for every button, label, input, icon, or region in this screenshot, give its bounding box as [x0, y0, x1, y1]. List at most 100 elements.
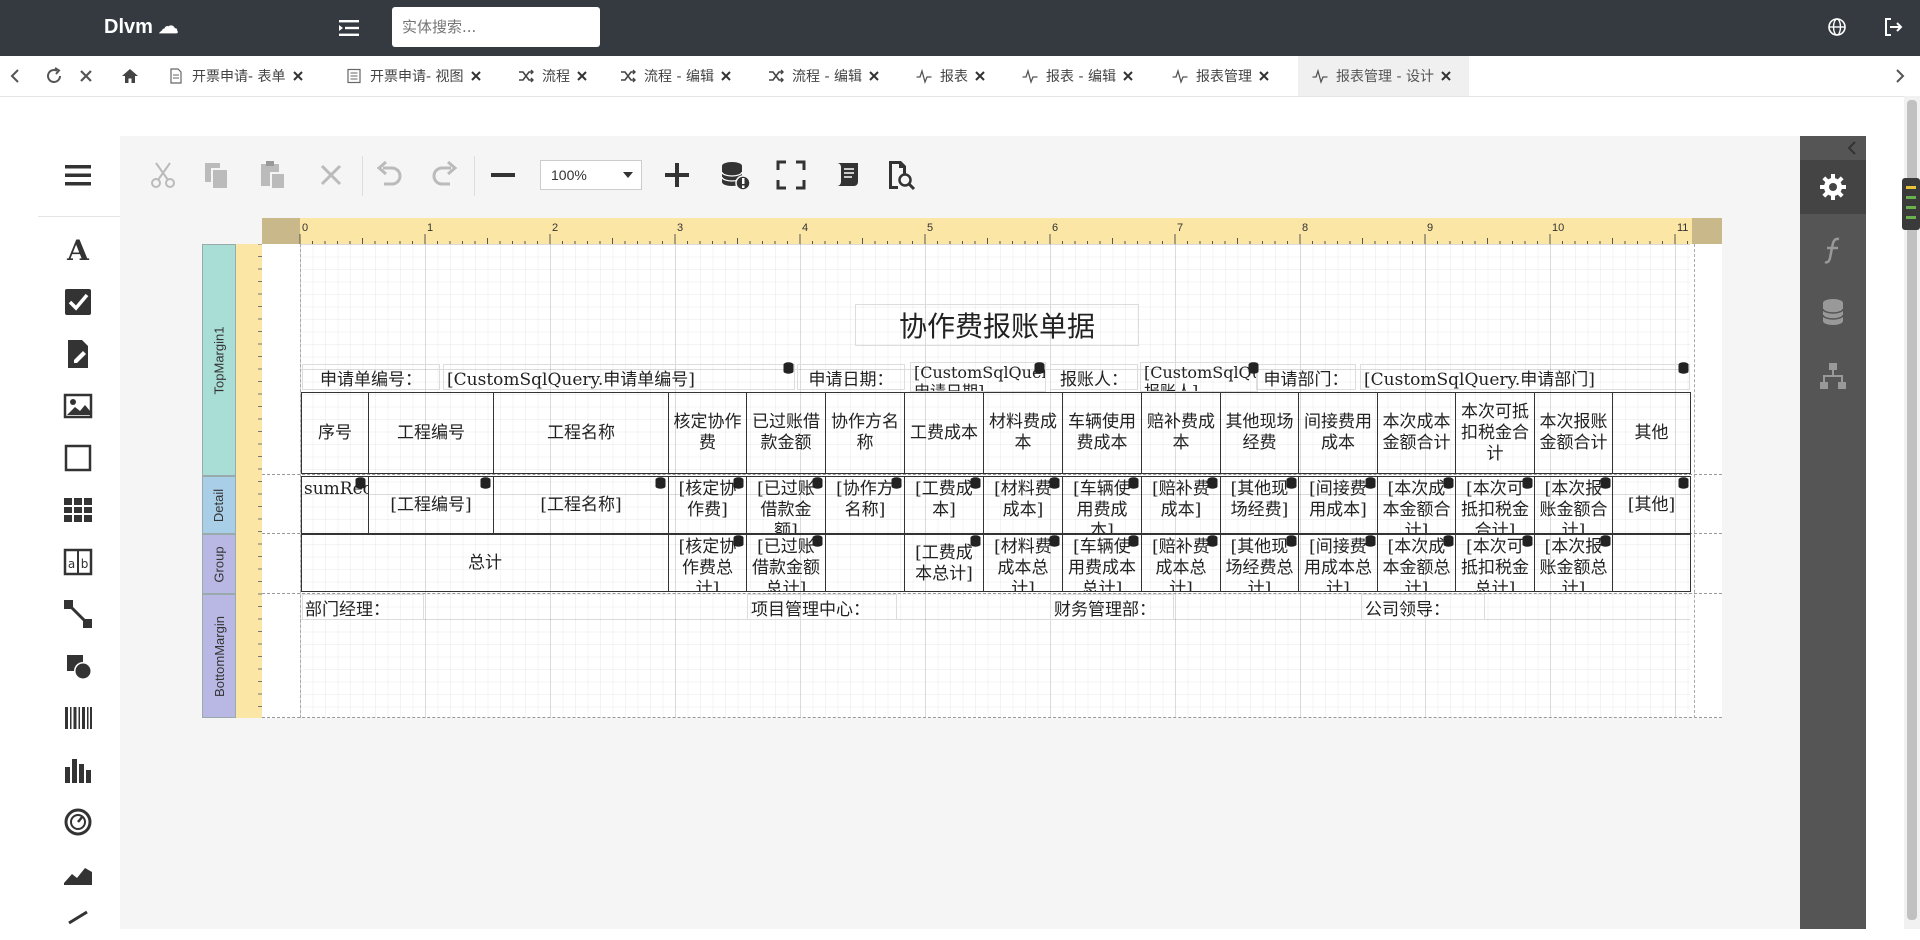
- side-widget[interactable]: [1902, 178, 1920, 230]
- gauge-icon[interactable]: [61, 805, 95, 839]
- close-icon[interactable]: [292, 71, 303, 81]
- tab-workflow[interactable]: 流程: [518, 56, 587, 96]
- col-header[interactable]: 工程编号: [368, 392, 494, 474]
- detail-cell[interactable]: [工程编号]: [368, 476, 494, 534]
- cut-icon[interactable]: [146, 158, 180, 192]
- preview-icon[interactable]: [884, 158, 918, 192]
- redo-icon[interactable]: [428, 158, 462, 192]
- database-icon[interactable]: [1817, 296, 1849, 328]
- group-cell[interactable]: [825, 534, 905, 592]
- fullscreen-icon[interactable]: [774, 158, 808, 192]
- home-icon[interactable]: [120, 66, 140, 86]
- rich-text-icon[interactable]: [61, 337, 95, 371]
- tab-workflow-edit-2[interactable]: 流程 - 编辑: [768, 56, 879, 96]
- dept-label[interactable]: 申请部门：: [1256, 364, 1356, 390]
- req-no-field[interactable]: [CustomSqlQuery.申请单编号]: [443, 364, 795, 390]
- band-detail[interactable]: Detail: [202, 476, 236, 534]
- entity-search-input[interactable]: [392, 7, 600, 47]
- col-header[interactable]: 其他现场经费: [1220, 392, 1299, 474]
- function-icon[interactable]: [1817, 234, 1849, 266]
- signature-finance[interactable]: 财务管理部：: [1050, 594, 1174, 620]
- bar-chart-icon[interactable]: [61, 753, 95, 787]
- tab-invoice-form[interactable]: 开票申请- 表单: [168, 56, 303, 96]
- col-header[interactable]: 赔补费成本: [1141, 392, 1221, 474]
- group-cell[interactable]: [1612, 534, 1691, 592]
- col-header[interactable]: 其他: [1612, 392, 1691, 474]
- shape-tool-icon[interactable]: [61, 649, 95, 683]
- signature-project-center[interactable]: 项目管理中心：: [747, 594, 897, 620]
- zoom-select[interactable]: 100%: [540, 160, 642, 190]
- col-header[interactable]: 核定协作费: [668, 392, 747, 474]
- req-no-label[interactable]: 申请单编号：: [302, 364, 440, 390]
- band-group[interactable]: Group: [202, 534, 236, 594]
- validate-bindings-icon[interactable]: [718, 158, 752, 192]
- tab-report-management[interactable]: 报表管理: [1172, 56, 1269, 96]
- report-title[interactable]: 协作费报账单据: [855, 304, 1139, 346]
- tab-scroll-left-icon[interactable]: [5, 66, 25, 86]
- hamburger-menu-icon[interactable]: [61, 158, 95, 192]
- app-logo[interactable]: Dlvm ☁: [104, 14, 178, 39]
- close-icon[interactable]: [721, 71, 731, 81]
- close-icon[interactable]: [577, 71, 587, 81]
- dept-field[interactable]: [CustomSqlQuery.申请部门]: [1360, 364, 1690, 390]
- close-icon[interactable]: [1441, 71, 1451, 81]
- col-header[interactable]: 本次报账金额合计: [1534, 392, 1613, 474]
- tab-workflow-edit-1[interactable]: 流程 - 编辑: [620, 56, 731, 96]
- sparkline-icon[interactable]: [61, 857, 95, 891]
- more-tools-icon[interactable]: [61, 906, 95, 940]
- delete-icon[interactable]: [314, 158, 348, 192]
- refresh-icon[interactable]: [44, 66, 64, 86]
- tab-report[interactable]: 报表: [916, 56, 985, 96]
- close-all-icon[interactable]: [76, 66, 96, 86]
- group-total-label[interactable]: 总计: [301, 534, 669, 592]
- col-header[interactable]: 本次成本金额合计: [1377, 392, 1456, 474]
- label-text-icon[interactable]: A: [61, 233, 95, 267]
- col-header[interactable]: 工程名称: [493, 392, 669, 474]
- panel-shape-icon[interactable]: [61, 441, 95, 475]
- tab-invoice-view[interactable]: 开票申请- 视图: [346, 56, 481, 96]
- req-date-field[interactable]: [CustomSqlQuery.申请日期]: [910, 362, 1046, 392]
- menu-toggle-icon[interactable]: [336, 14, 364, 42]
- col-header[interactable]: 本次可抵扣税金合计: [1455, 392, 1535, 474]
- col-header[interactable]: 间接费用成本: [1298, 392, 1378, 474]
- close-icon[interactable]: [975, 71, 985, 81]
- detail-cell[interactable]: [工程名称]: [493, 476, 669, 534]
- logout-icon[interactable]: [1882, 16, 1904, 38]
- reporter-label[interactable]: 报账人：: [1050, 364, 1138, 390]
- paste-icon[interactable]: [256, 158, 290, 192]
- signature-company-leader[interactable]: 公司领导：: [1361, 594, 1485, 620]
- req-date-label[interactable]: 申请日期：: [797, 364, 905, 390]
- col-header[interactable]: 协作方名称: [825, 392, 905, 474]
- undo-icon[interactable]: [372, 158, 406, 192]
- col-header[interactable]: 车辆使用费成本: [1062, 392, 1142, 474]
- tab-report-edit[interactable]: 报表 - 编辑: [1022, 56, 1133, 96]
- line-tool-icon[interactable]: [61, 597, 95, 631]
- col-header[interactable]: 工费成本: [904, 392, 984, 474]
- zoom-in-icon[interactable]: [660, 158, 694, 192]
- tab-scroll-right-icon[interactable]: [1890, 66, 1910, 86]
- tab-report-management-design[interactable]: 报表管理 - 设计: [1298, 56, 1469, 96]
- reporter-field[interactable]: [CustomSqlQuery.报账人]: [1140, 362, 1258, 392]
- panel-collapse-icon[interactable]: [1843, 138, 1863, 158]
- copy-icon[interactable]: [200, 158, 234, 192]
- script-scroll-icon[interactable]: [830, 158, 864, 192]
- gear-icon[interactable]: [1817, 171, 1849, 203]
- close-icon[interactable]: [470, 71, 481, 81]
- picture-box-icon[interactable]: [61, 389, 95, 423]
- band-top-margin[interactable]: TopMargin1: [202, 244, 236, 476]
- signature-dept-manager[interactable]: 部门经理：: [302, 594, 424, 620]
- close-icon[interactable]: [869, 71, 879, 81]
- col-header[interactable]: 已过账借款金额: [746, 392, 826, 474]
- barcode-icon[interactable]: [61, 701, 95, 735]
- col-header[interactable]: 材料费成本: [983, 392, 1063, 474]
- report-explorer-icon[interactable]: [1817, 360, 1849, 392]
- globe-icon[interactable]: [1826, 16, 1848, 38]
- col-header[interactable]: 序号: [301, 392, 369, 474]
- zoom-out-icon[interactable]: [486, 158, 520, 192]
- band-bottom-margin[interactable]: BottomMargin: [202, 594, 236, 718]
- character-comb-icon[interactable]: ab: [61, 545, 95, 579]
- close-icon[interactable]: [1259, 71, 1269, 81]
- close-icon[interactable]: [1123, 71, 1133, 81]
- table-icon[interactable]: [61, 493, 95, 527]
- checkbox-icon[interactable]: [61, 285, 95, 319]
